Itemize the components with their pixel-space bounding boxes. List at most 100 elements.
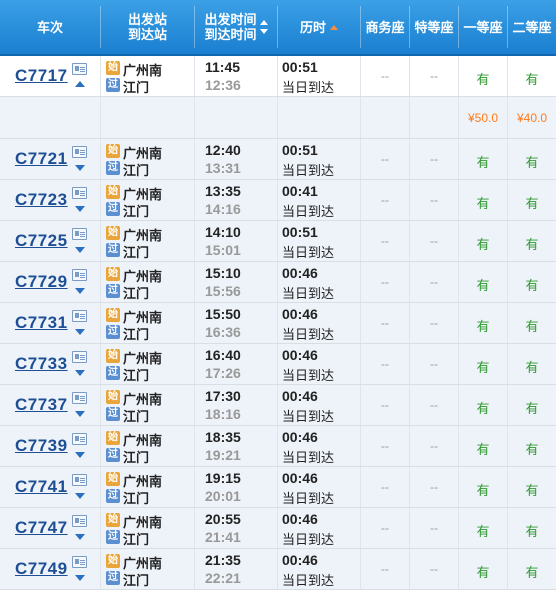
second-seat-availability[interactable]: 有 [508,521,556,540]
expand-arrow-icon[interactable] [75,534,85,540]
arrival-station[interactable]: 江门 [123,242,149,261]
table-row[interactable]: C7721 始过广州南 江门 12:40 13:31 00:51 当日到达 -- -- 有有 [0,139,556,180]
arrival-station[interactable]: 江门 [123,201,149,220]
first-seat-availability[interactable]: 有 [459,398,507,417]
schedule-card-icon[interactable] [72,474,87,486]
table-row[interactable]: C7747 始过广州南 江门 20:55 21:41 00:46 当日到达 -- -- 有有 [0,508,556,549]
arrival-day: 当日到达 [282,450,335,465]
schedule-card-icon[interactable] [72,228,87,240]
special-seat-availability: -- [430,480,438,494]
first-seat-availability[interactable]: 有 [459,521,507,540]
arrival-station[interactable]: 江门 [123,365,149,384]
train-number-link[interactable]: C7721 [15,149,68,169]
expand-arrow-icon[interactable] [75,452,85,458]
schedule-card-icon[interactable] [72,187,87,199]
schedule-card-icon[interactable] [72,433,87,445]
schedule-card-icon[interactable] [72,269,87,281]
expand-arrow-icon[interactable] [75,247,85,253]
table-row[interactable]: C7717 始过广州南 江门 11:45 12:36 00:51 当日到达 -- -- 有有 [0,56,556,97]
train-number-link[interactable]: C7731 [15,313,68,333]
second-seat-availability[interactable]: 有 [508,275,556,294]
table-row[interactable]: C7725 始过广州南 江门 14:10 15:01 00:51 当日到达 -- -- 有有 [0,221,556,262]
table-row[interactable]: C7733 始过广州南 江门 16:40 17:26 00:46 当日到达 -- -- 有有 [0,344,556,385]
arrival-station[interactable]: 江门 [123,160,149,179]
table-row[interactable]: C7737 始过广州南 江门 17:30 18:16 00:46 当日到达 -- -- 有有 [0,385,556,426]
table-row[interactable]: C7723 始过广州南 江门 13:35 14:16 00:41 当日到达 -- -- 有有 [0,180,556,221]
first-seat-availability[interactable]: 有 [459,152,507,171]
second-seat-availability[interactable]: 有 [508,234,556,253]
schedule-card-icon[interactable] [72,351,87,363]
column-divider [194,180,195,220]
arrival-station[interactable]: 江门 [123,529,149,548]
train-number-link[interactable]: C7723 [15,190,68,210]
train-number-link[interactable]: C7733 [15,354,68,374]
table-row[interactable]: C7729 始过广州南 江门 15:10 15:56 00:46 当日到达 -- -- 有有 [0,262,556,303]
schedule-card-icon[interactable] [72,63,87,75]
table-row[interactable]: C7749 始过广州南 江门 21:35 22:21 00:46 当日到达 -- -- 有有 [0,549,556,590]
second-seat-availability[interactable]: 有 [508,398,556,417]
train-number-link[interactable]: C7729 [15,272,68,292]
second-seat-availability[interactable]: 有 [508,69,556,88]
arrival-station[interactable]: 江门 [123,324,149,343]
second-seat-availability[interactable]: 有 [508,480,556,499]
train-number-link[interactable]: C7737 [15,395,68,415]
train-number-link[interactable]: C7749 [15,559,68,579]
second-seat-availability[interactable]: 有 [508,562,556,581]
second-seat-availability[interactable]: 有 [508,357,556,376]
header-train[interactable]: 车次 [0,0,100,54]
expand-arrow-icon[interactable] [75,370,85,376]
header-station[interactable]: 出发站 到达站 [101,0,194,54]
second-seat-availability[interactable]: 有 [508,152,556,171]
expand-arrow-icon[interactable] [75,329,85,335]
first-seat-availability[interactable]: 有 [459,316,507,335]
train-number-link[interactable]: C7725 [15,231,68,251]
expand-arrow-icon[interactable] [75,288,85,294]
first-seat-availability[interactable]: 有 [459,234,507,253]
arrival-day: 当日到达 [282,532,335,547]
schedule-card-icon[interactable] [72,310,87,322]
train-number-link[interactable]: C7717 [15,66,68,86]
schedule-card-icon[interactable] [72,556,87,568]
expand-arrow-icon[interactable] [75,411,85,417]
arrival-station[interactable]: 江门 [123,77,149,96]
first-seat-availability[interactable]: 有 [459,275,507,294]
first-seat-availability[interactable]: 有 [459,69,507,88]
first-seat-availability[interactable]: 有 [459,562,507,581]
second-seat-availability[interactable]: 有 [508,439,556,458]
sort-arrows-icon[interactable] [259,20,268,34]
header-duration[interactable]: 历时 [278,0,360,54]
arrival-station[interactable]: 江门 [123,570,149,589]
column-divider [277,426,278,466]
expand-arrow-icon[interactable] [75,575,85,581]
train-number-link[interactable]: C7741 [15,477,68,497]
expand-arrow-icon[interactable] [75,493,85,499]
arrival-station[interactable]: 江门 [123,488,149,507]
schedule-card-icon[interactable] [72,146,87,158]
train-number-link[interactable]: C7747 [15,518,68,538]
header-time[interactable]: 出发时间 到达时间 [195,0,277,54]
first-seat-availability[interactable]: 有 [459,193,507,212]
collapse-arrow-icon[interactable] [75,81,85,87]
arrival-station[interactable]: 江门 [123,447,149,466]
arrival-station[interactable]: 江门 [123,406,149,425]
second-seat-availability[interactable]: 有 [508,316,556,335]
second-seat-availability[interactable]: 有 [508,193,556,212]
expand-arrow-icon[interactable] [75,165,85,171]
train-number-link[interactable]: C7739 [15,436,68,456]
arrival-day: 当日到达 [282,80,335,95]
column-divider [194,303,195,343]
first-seat-availability[interactable]: 有 [459,439,507,458]
column-divider [194,344,195,384]
schedule-card-icon[interactable] [72,392,87,404]
business-seat-availability: -- [381,275,389,289]
sort-up-icon[interactable] [330,24,338,30]
table-row[interactable]: C7741 始过广州南 江门 19:15 20:01 00:46 当日到达 -- -- 有有 [0,467,556,508]
arrival-station[interactable]: 江门 [123,283,149,302]
column-divider [100,508,101,548]
schedule-card-icon[interactable] [72,515,87,527]
first-seat-availability[interactable]: 有 [459,480,507,499]
expand-arrow-icon[interactable] [75,206,85,212]
first-seat-availability[interactable]: 有 [459,357,507,376]
table-row[interactable]: C7731 始过广州南 江门 15:50 16:36 00:46 当日到达 -- -- 有有 [0,303,556,344]
table-row[interactable]: C7739 始过广州南 江门 18:35 19:21 00:46 当日到达 -- -- 有有 [0,426,556,467]
